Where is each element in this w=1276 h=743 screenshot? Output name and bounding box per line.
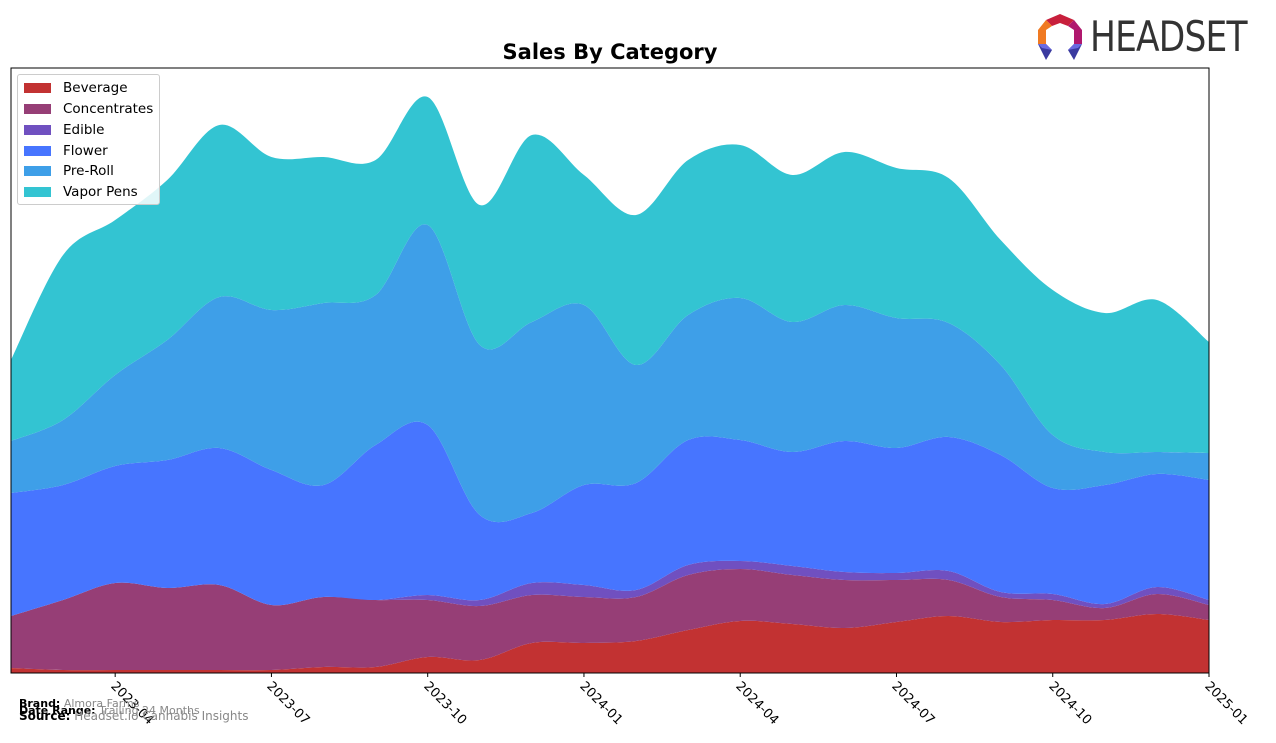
legend-label: Concentrates [63, 101, 154, 117]
source-label: Source: [19, 709, 71, 723]
chart-legend: Beverage Concentrates Edible Flower Pre-… [17, 74, 160, 205]
legend-item-vapor-pens: Vapor Pens [24, 183, 138, 201]
legend-swatch [24, 146, 51, 156]
legend-item-beverage: Beverage [24, 79, 128, 97]
legend-item-flower: Flower [24, 142, 108, 160]
legend-swatch [24, 104, 51, 114]
legend-swatch [24, 166, 51, 176]
legend-item-pre-roll: Pre-Roll [24, 162, 114, 180]
headset-logo-icon [1038, 13, 1082, 60]
legend-swatch [24, 187, 51, 197]
legend-swatch [24, 125, 51, 135]
headset-logo-text: HEADSET [1090, 12, 1247, 61]
source-value: Headset.io Cannabis Insights [74, 709, 249, 723]
legend-item-edible: Edible [24, 121, 104, 139]
legend-item-concentrates: Concentrates [24, 100, 153, 118]
legend-swatch [24, 83, 51, 93]
headset-logo: HEADSET [1036, 12, 1276, 61]
legend-label: Vapor Pens [63, 184, 138, 200]
legend-label: Edible [63, 122, 105, 138]
legend-label: Beverage [63, 80, 128, 96]
legend-label: Pre-Roll [63, 163, 114, 179]
footer-source: Source: Headset.io Cannabis Insights [19, 709, 249, 723]
sales-area-chart [10, 67, 1210, 677]
legend-label: Flower [63, 143, 108, 159]
